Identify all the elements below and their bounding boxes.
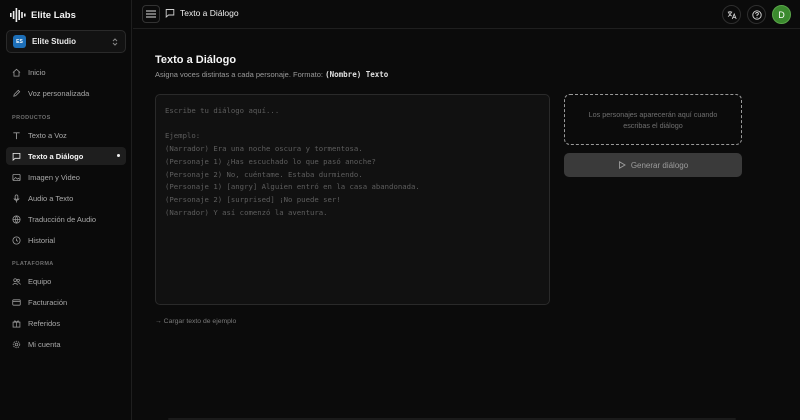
dialogue-textarea[interactable]: Escribe tu diálogo aquí... Ejemplo: (Nar… (155, 94, 550, 305)
sidebar: Elite Labs ES Elite Studio Inicio Voz pe… (0, 0, 132, 420)
translate-icon (727, 10, 737, 19)
brand[interactable]: Elite Labs (10, 7, 76, 23)
sidebar-item-label: Texto a Diálogo (28, 151, 84, 161)
workspace-switcher[interactable]: ES Elite Studio (6, 30, 126, 53)
subtitle-text: Asigna voces distintas a cada personaje.… (155, 70, 324, 79)
workspace-name: Elite Studio (32, 37, 76, 46)
hamburger-icon (146, 10, 156, 18)
sidebar-item-imagen-y-video[interactable]: Imagen y Video (6, 168, 126, 186)
sidebar-item-mi-cuenta[interactable]: Mi cuenta (6, 335, 126, 353)
sidebar-item-historial[interactable]: Historial (6, 231, 126, 249)
sidebar-item-referidos[interactable]: Referidos (6, 314, 126, 332)
sidebar-item-label: Voz personalizada (28, 88, 90, 98)
menu-toggle-button[interactable] (142, 5, 160, 23)
sidebar-item-audio-a-texto[interactable]: Audio a Texto (6, 189, 126, 207)
gift-icon (12, 319, 21, 328)
user-avatar[interactable]: D (772, 5, 791, 24)
help-icon (751, 9, 762, 20)
sidebar-item-equipo[interactable]: Equipo (6, 272, 126, 290)
image-icon (12, 173, 21, 181)
active-indicator-dot (117, 154, 120, 157)
brand-name: Elite Labs (31, 9, 76, 21)
section-title-productos: PRODUCTOS (12, 115, 51, 121)
pen-icon (13, 89, 21, 97)
sidebar-item-label: Mi cuenta (28, 339, 61, 349)
home-icon (12, 68, 21, 77)
language-button[interactable] (722, 5, 741, 24)
settings-icon (12, 340, 21, 348)
chat-icon (12, 152, 21, 161)
sidebar-item-inicio[interactable]: Inicio (6, 63, 126, 81)
chat-icon (165, 9, 175, 18)
page-title: Texto a Diálogo (155, 54, 237, 66)
sidebar-item-voz-personalizada[interactable]: Voz personalizada (6, 84, 126, 102)
mic-icon (13, 193, 20, 203)
sidebar-item-texto-a-dialogo[interactable]: Texto a Diálogo (6, 147, 126, 165)
sidebar-item-label: Imagen y Video (28, 172, 80, 182)
format-code: (Nombre) Texto (325, 70, 389, 79)
generate-dialogue-button[interactable]: Generar diálogo (564, 153, 742, 177)
app: Elite Labs ES Elite Studio Inicio Voz pe… (0, 0, 800, 420)
sidebar-item-label: Inicio (28, 67, 46, 77)
characters-placeholder: Los personajes aparecerán aquí cuando es… (564, 94, 742, 145)
sidebar-item-label: Texto a Voz (28, 130, 67, 140)
sidebar-item-label: Traducción de Audio (28, 214, 97, 224)
team-icon (12, 277, 21, 285)
text-icon (13, 131, 20, 139)
sidebar-item-label: Referidos (28, 318, 61, 328)
card-icon (12, 298, 21, 306)
load-sample-link[interactable]: → Cargar texto de ejemplo (155, 318, 236, 325)
section-title-plataforma: PLATAFORMA (12, 261, 54, 267)
sidebar-item-facturacion[interactable]: Facturación (6, 293, 126, 311)
chevron-up-down-icon (112, 37, 118, 46)
workspace-avatar: ES (13, 35, 26, 48)
sidebar-item-label: Historial (28, 235, 56, 245)
sidebar-item-label: Audio a Texto (28, 193, 74, 203)
topbar: Texto a Diálogo D (133, 0, 800, 29)
help-button[interactable] (747, 5, 766, 24)
history-icon (12, 235, 21, 245)
page-subtitle: Asigna voces distintas a cada personaje.… (155, 70, 388, 79)
sidebar-item-traduccion-de-audio[interactable]: Traducción de Audio (6, 210, 126, 228)
waveform-logo-icon (10, 8, 26, 22)
generate-dialogue-label: Generar diálogo (630, 160, 689, 170)
globe-icon (12, 214, 21, 224)
breadcrumb-label: Texto a Diálogo (180, 8, 239, 18)
sidebar-item-texto-a-voz[interactable]: Texto a Voz (6, 126, 126, 144)
breadcrumb: Texto a Diálogo (165, 8, 239, 18)
sidebar-item-label: Facturación (28, 297, 68, 307)
play-icon (618, 161, 626, 169)
sidebar-item-label: Equipo (28, 276, 52, 286)
